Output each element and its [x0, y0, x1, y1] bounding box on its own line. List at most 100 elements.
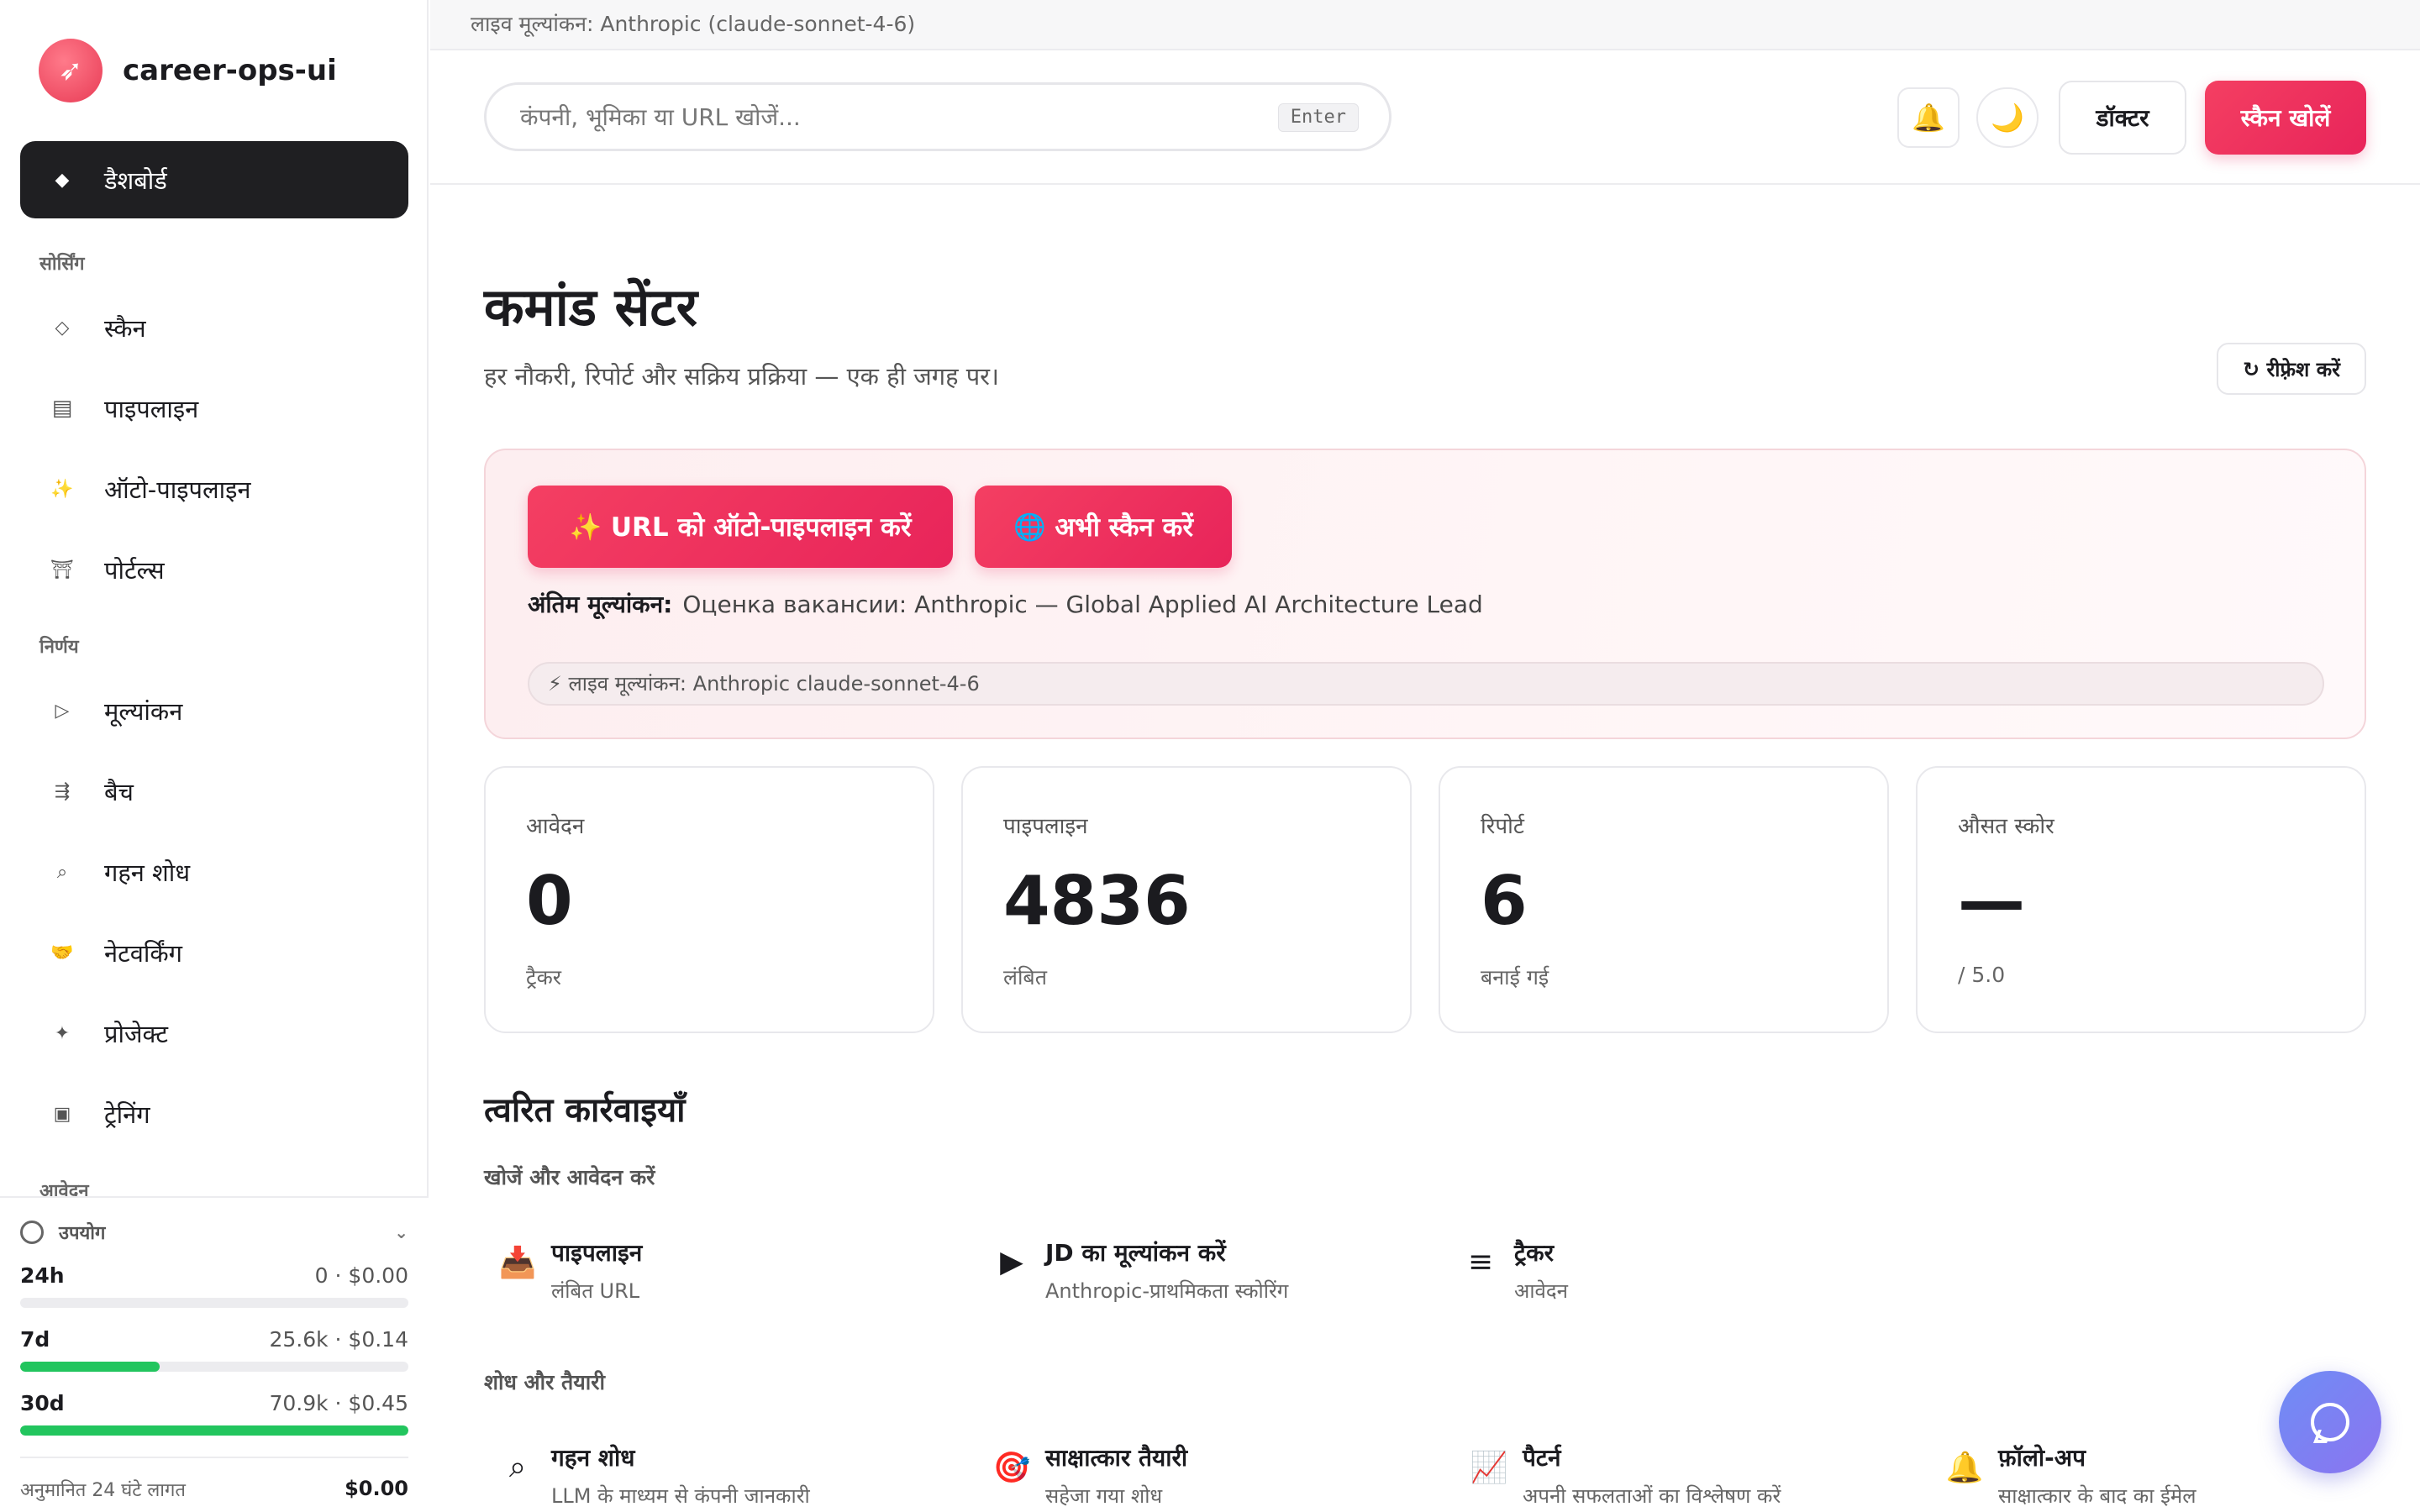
sidebar-item-evaluation[interactable]: ▷ मूल्यांकन	[20, 672, 408, 749]
brand[interactable]: ➶ career-ops-ui	[39, 39, 337, 102]
main-content: लाइव मूल्यांकन: Anthropic (claude-sonnet…	[430, 0, 2420, 1512]
sidebar-item-training[interactable]: ▣ ट्रेनिंग	[20, 1075, 408, 1152]
quick-action-desc: सहेजा गया शोध	[1045, 1484, 1163, 1508]
chat-bubble-icon	[2311, 1403, 2349, 1441]
chat-button[interactable]	[2279, 1371, 2381, 1473]
app-logo-icon: ➶	[39, 39, 103, 102]
quick-action-desc: साक्षात्कार के बाद का ईमेल	[1998, 1484, 2196, 1508]
usage-bar	[20, 1298, 408, 1308]
quick-action-deep-research[interactable]: ⌕ गहन शोध LLM के माध्यम से कंपनी जानकारी	[484, 1441, 810, 1509]
sidebar-item-label: बैच	[104, 777, 134, 806]
sidebar-item-label: ट्रेनिंग	[104, 1100, 150, 1129]
quick-action-tracker[interactable]: ≡ ट्रैकर आवेदन	[1447, 1236, 1568, 1305]
live-eval-strip: लाइव मूल्यांकन: Anthropic (claude-sonnet…	[430, 0, 2420, 50]
search-input[interactable]: कंपनी, भूमिका या URL खोजें... Enter	[484, 82, 1392, 151]
stat-card-reports[interactable]: रिपोर्ट 6 बनाई गई	[1439, 766, 1889, 1033]
list-icon: ≡	[1467, 1245, 1494, 1279]
quick-action-follow-up[interactable]: 🔔 फ़ॉलो-अप साक्षात्कार के बाद का ईमेल	[1931, 1441, 2196, 1509]
auto-pipeline-url-button[interactable]: ✨ URL को ऑटो-पाइपलाइन करें	[528, 486, 953, 568]
open-scan-button[interactable]: स्कैन खोलें	[2205, 81, 2366, 155]
usage-period: 30d	[20, 1391, 65, 1415]
usage-title: उपयोग	[59, 1223, 106, 1244]
stat-label: औसत स्कोर	[1958, 814, 2054, 839]
sidebar-item-portals[interactable]: ⛩ पोर्टल्स	[20, 531, 408, 608]
theme-toggle-button[interactable]: 🌙	[1976, 87, 2039, 148]
section-label-sourcing: सोर्सिंग	[39, 254, 85, 275]
sidebar-item-auto-pipeline[interactable]: ✨ ऑटो-पाइपलाइन	[20, 450, 408, 528]
list-icon: ▤	[51, 396, 73, 421]
stat-sub: / 5.0	[1958, 963, 2006, 987]
last-evaluation-value[interactable]: Оценка вакансии: Anthropic — Global Appl…	[682, 591, 1482, 618]
stat-sub: ट्रैकर	[526, 965, 562, 990]
search-icon: ⌕	[508, 1450, 527, 1484]
quick-action-evaluate-jd[interactable]: ▶ JD का मूल्यांकन करें Anthropic-प्राथमि…	[978, 1236, 1288, 1305]
batch-icon: ⇶	[54, 780, 71, 802]
section-label-decision: निर्णय	[39, 637, 79, 658]
last-evaluation: अंतिम मूल्यांकन: Оценка вакансии: Anthrop…	[528, 588, 1483, 620]
target-icon: 🎯	[992, 1451, 1031, 1485]
usage-toggle[interactable]: उपयोग ⌄	[20, 1220, 408, 1245]
hero-panel: ✨ URL को ऑटो-पाइपलाइन करें 🌐 अभी स्कैन क…	[484, 449, 2366, 739]
usage-period: 7d	[20, 1327, 50, 1352]
quick-action-title: पैटर्न	[1523, 1444, 1561, 1472]
sidebar-item-dashboard[interactable]: ◆ डैशबोर्ड	[20, 141, 408, 218]
sidebar-item-pipeline[interactable]: ▤ पाइपलाइन	[20, 370, 408, 447]
usage-row-24h: 24h 0 · $0.00	[20, 1263, 408, 1308]
clock-icon	[20, 1221, 44, 1244]
quick-action-title: पाइपलाइन	[551, 1239, 643, 1267]
sidebar-item-label: गहन शोध	[104, 858, 191, 887]
stat-card-pipeline[interactable]: पाइपलाइन 4836 लंबित	[961, 766, 1412, 1033]
last-evaluation-label: अंतिम मूल्यांकन:	[528, 591, 673, 618]
estimated-cost-label: अनुमानित 24 घंटे लागत	[20, 1480, 186, 1501]
scan-now-button[interactable]: 🌐 अभी स्कैन करें	[975, 486, 1232, 568]
sidebar-item-label: स्कैन	[104, 313, 146, 343]
sidebar-item-projects[interactable]: ✦ प्रोजेक्ट	[20, 995, 408, 1072]
doctor-button[interactable]: डॉक्टर	[2059, 81, 2186, 155]
handshake-icon: 🤝	[50, 942, 74, 963]
square-icon: ▣	[53, 1103, 71, 1125]
usage-bar-fill	[20, 1362, 160, 1372]
sidebar-item-label: मूल्यांकन	[104, 696, 183, 726]
sidebar-item-deep-research[interactable]: ⌕ गहन शोध	[20, 833, 408, 911]
star-icon: ✦	[54, 1022, 71, 1044]
quick-action-interview-prep[interactable]: 🎯 साक्षात्कार तैयारी सहेजा गया शोध	[978, 1441, 1188, 1509]
quick-action-pipeline[interactable]: 📥 पाइपलाइन लंबित URL	[484, 1236, 643, 1305]
quick-action-title: फ़ॉलो-अप	[1998, 1444, 2086, 1472]
moon-icon: 🌙	[1991, 102, 2024, 134]
quick-action-desc: आवेदन	[1514, 1279, 1568, 1303]
header: कंपनी, भूमिका या URL खोजें... Enter 🔔 🌙 …	[430, 50, 2420, 185]
stat-card-avg-score[interactable]: औसत स्कोर — / 5.0	[1916, 766, 2366, 1033]
stat-value: 0	[526, 862, 573, 940]
usage-bar	[20, 1425, 408, 1436]
estimated-cost: अनुमानित 24 घंटे लागत $0.00	[20, 1457, 408, 1502]
quick-action-desc: LLM के माध्यम से कंपनी जानकारी	[551, 1484, 810, 1508]
quick-action-title: गहन शोध	[551, 1444, 635, 1472]
gate-icon: ⛩	[50, 559, 74, 580]
search-placeholder: कंपनी, भूमिका या URL खोजें...	[520, 103, 801, 131]
sidebar-item-label: डैशबोर्ड	[104, 165, 167, 195]
refresh-button[interactable]: ↻ रीफ़्रेश करें	[2217, 343, 2366, 395]
stat-card-applications[interactable]: आवेदन 0 ट्रैकर	[484, 766, 934, 1033]
quick-action-title: JD का मूल्यांकन करें	[1045, 1239, 1226, 1267]
page-title: कमांड सेंटर	[484, 276, 698, 338]
stat-label: पाइपलाइन	[1003, 814, 1088, 839]
play-icon: ▶	[1000, 1245, 1023, 1279]
search-icon: ⌕	[56, 861, 68, 883]
notifications-button[interactable]: 🔔	[1897, 87, 1960, 148]
quick-action-patterns[interactable]: 📈 पैटर्न अपनी सफलताओं का विश्लेषण करें	[1455, 1441, 1781, 1509]
live-eval-pill: ⚡ लाइव मूल्यांकन: Anthropic claude-sonne…	[528, 662, 2324, 706]
usage-row-30d: 30d 70.9k · $0.45	[20, 1391, 408, 1436]
usage-period: 24h	[20, 1263, 65, 1288]
quick-action-title: ट्रैकर	[1514, 1239, 1555, 1267]
usage-value: 70.9k · $0.45	[269, 1391, 408, 1415]
usage-bar-fill	[20, 1425, 408, 1436]
stat-value: —	[1958, 862, 2025, 940]
app-name: career-ops-ui	[123, 54, 337, 87]
sidebar-item-scan[interactable]: ◇ स्कैन	[20, 289, 408, 366]
sidebar-item-batch[interactable]: ⇶ बैच	[20, 753, 408, 830]
stat-label: रिपोर्ट	[1481, 814, 1524, 839]
quick-actions-group-label: शोध और तैयारी	[484, 1370, 605, 1394]
stat-label: आवेदन	[526, 814, 585, 839]
sidebar-item-networking[interactable]: 🤝 नेटवर्किंग	[20, 914, 408, 991]
stat-value: 4836	[1003, 862, 1191, 940]
